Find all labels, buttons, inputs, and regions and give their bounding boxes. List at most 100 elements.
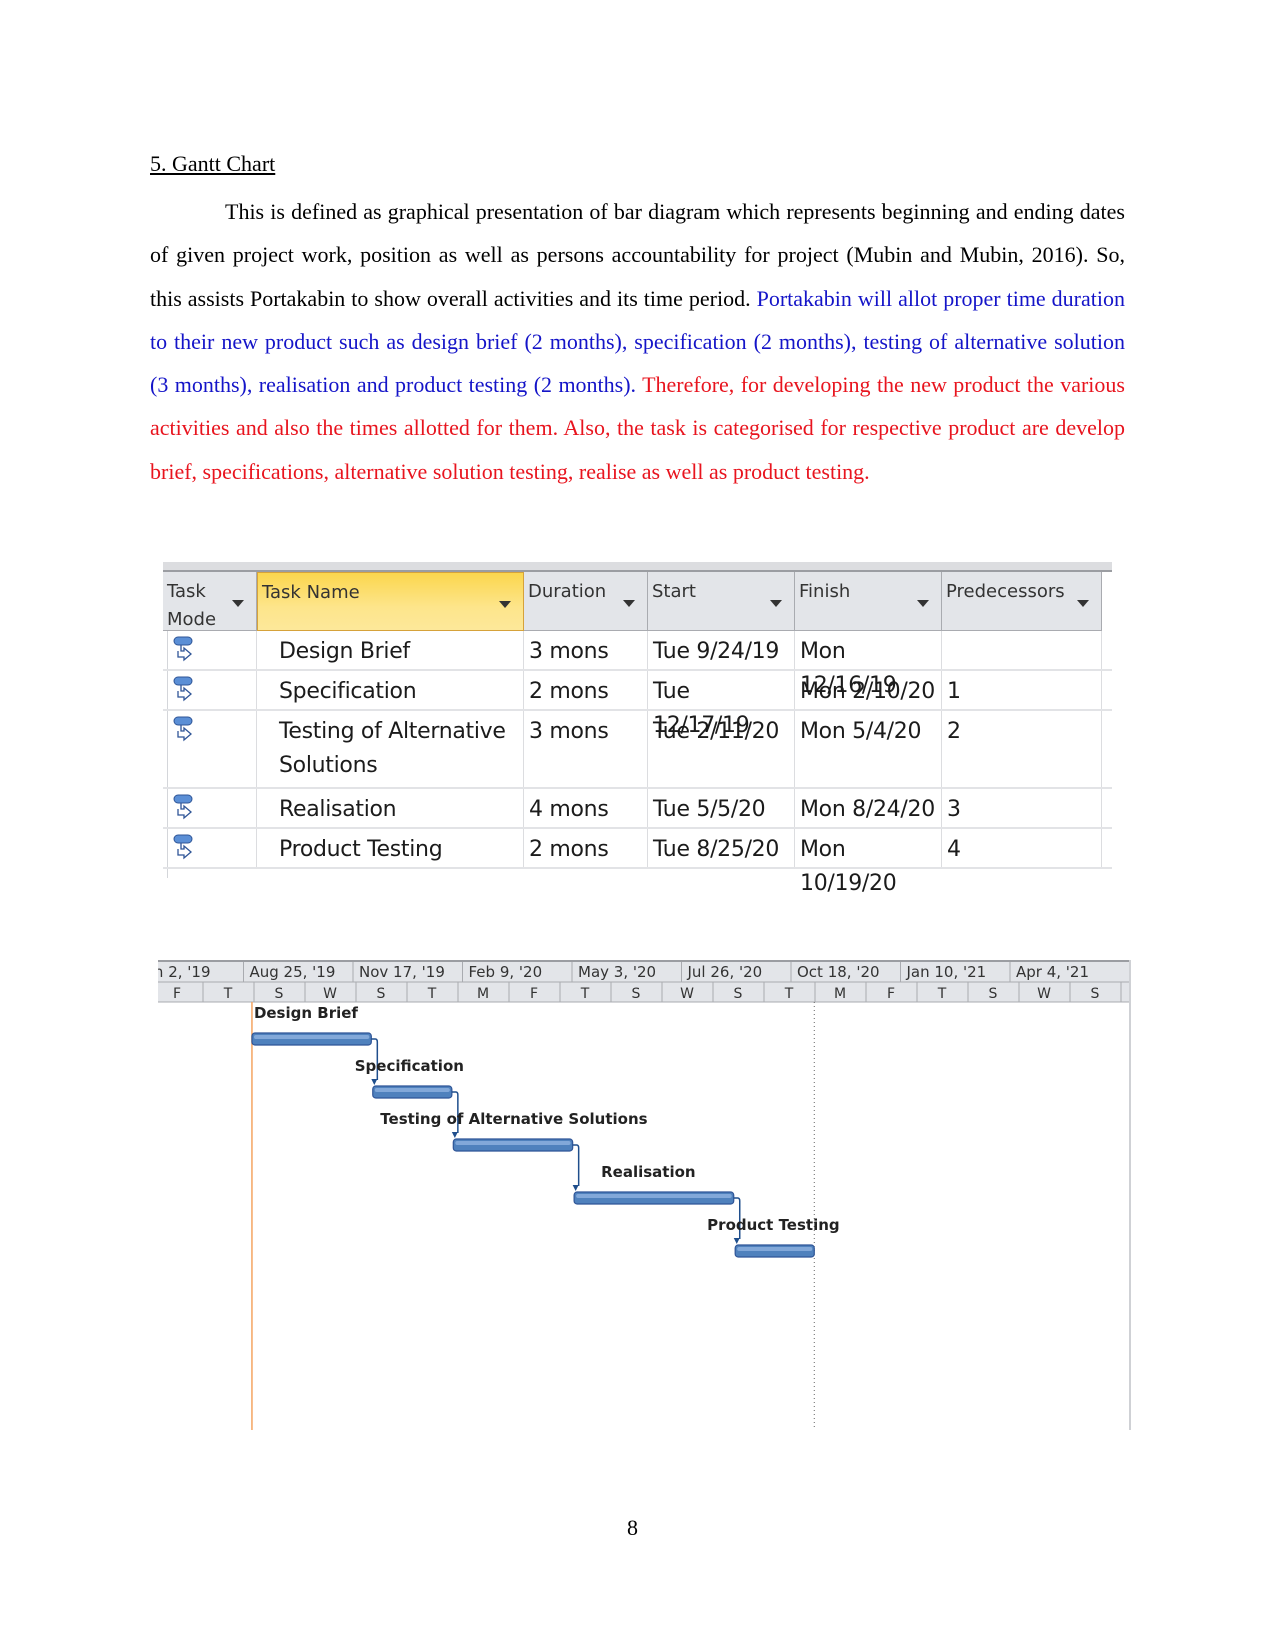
- task-mode-cell[interactable]: [163, 671, 257, 709]
- major-tick-label: Feb 9, '20: [469, 963, 543, 981]
- column-header-duration[interactable]: Duration: [524, 572, 648, 631]
- task-bar-label: Realisation: [601, 1163, 695, 1181]
- table-row[interactable]: Design Brief 3 mons Tue 9/24/19 Mon 12/16/1…: [163, 631, 1112, 698]
- cell-text: Testing of Alternative: [279, 719, 506, 744]
- cell-start[interactable]: Tue 5/5/20: [648, 789, 795, 827]
- minor-tick-label: F: [530, 986, 538, 1002]
- cell-text: 1: [947, 679, 961, 704]
- minor-tick-label: M: [834, 986, 846, 1002]
- table-row[interactable]: Product Testing 2 mons Tue 8/25/20 Mon 10/1…: [163, 829, 1112, 896]
- task-bar-label: Design Brief: [254, 1004, 358, 1022]
- cell-pred[interactable]: 3: [942, 789, 1102, 827]
- cell-pred[interactable]: 2: [942, 711, 1102, 787]
- cell-duration[interactable]: 3 mons: [524, 631, 648, 669]
- cell-text: Specification: [279, 679, 417, 704]
- cell-finish[interactable]: Mon 2/10/20: [795, 671, 942, 709]
- cell-start[interactable]: Tue 2/11/20: [648, 711, 795, 787]
- gantt-chart: Jun 2, '19 Aug 25, '19 Nov 17, '19 Feb 9, '…: [158, 960, 1133, 1440]
- task-table: Task Mode Task Name Duration Start Finis…: [163, 562, 1112, 896]
- task-bar-highlight: [455, 1141, 571, 1145]
- cell-duration[interactable]: 3 mons: [524, 711, 648, 787]
- cell-pred[interactable]: 4: [942, 829, 1102, 867]
- task-mode-cell[interactable]: [163, 711, 257, 787]
- header-label: Task Mode: [167, 581, 217, 630]
- cell-pred[interactable]: 1: [942, 671, 1102, 709]
- dropdown-arrow-icon[interactable]: [623, 600, 635, 607]
- column-header-finish[interactable]: Finish: [795, 572, 942, 631]
- table-row[interactable]: Testing of Alternative Solutions 3 mons Tue…: [163, 711, 1112, 789]
- major-tick-label: Jul 26, '20: [687, 963, 763, 981]
- dropdown-arrow-icon[interactable]: [917, 600, 929, 607]
- cell-text: Tue 2/11/20: [653, 719, 780, 744]
- minor-tick-label: S: [1091, 986, 1100, 1002]
- table-top-bar: [163, 562, 1112, 572]
- major-tick-label: Oct 18, '20: [797, 963, 880, 981]
- header-label: Start: [652, 581, 696, 602]
- cell-duration[interactable]: 2 mons: [524, 671, 648, 709]
- cell-text: Realisation: [279, 797, 397, 822]
- task-mode-cell[interactable]: [163, 789, 257, 827]
- cell-text: 3 mons: [529, 639, 609, 664]
- minor-tick-label: S: [632, 986, 641, 1002]
- cell-name[interactable]: Realisation: [257, 789, 524, 827]
- auto-scheduled-task-icon: [173, 636, 193, 662]
- cell-start[interactable]: Tue 8/25/20: [648, 829, 795, 867]
- section-heading: 5. Gantt Chart: [150, 151, 276, 176]
- minor-tick-label: S: [989, 986, 998, 1002]
- major-tick-label: Jan 10, '21: [906, 963, 987, 981]
- column-header-predecessors[interactable]: Predecessors: [942, 572, 1102, 631]
- cell-text: 3: [947, 797, 961, 822]
- task-mode-cell[interactable]: [163, 631, 257, 669]
- minor-tick-label: F: [887, 986, 895, 1002]
- cell-text: 2: [947, 719, 961, 744]
- header-label: Predecessors: [946, 581, 1065, 602]
- page-number: 8: [627, 1515, 638, 1540]
- cell-pred[interactable]: [942, 631, 1102, 669]
- cell-start[interactable]: Tue 12/17/19: [648, 671, 795, 738]
- cell-name[interactable]: Design Brief: [257, 631, 524, 669]
- cell-text: Mon 10/19/20: [800, 837, 897, 896]
- dropdown-arrow-icon[interactable]: [1077, 600, 1089, 607]
- timescale-top-border: [158, 960, 1131, 962]
- minor-tick-label: T: [937, 986, 947, 1002]
- dropdown-arrow-icon[interactable]: [232, 600, 244, 607]
- major-tick-label: Apr 4, '21: [1016, 963, 1089, 981]
- major-tick-label: Nov 17, '19: [359, 963, 445, 981]
- cell-text: 2 mons: [529, 837, 609, 862]
- cell-name[interactable]: Product Testing: [257, 829, 524, 867]
- cell-name[interactable]: Testing of Alternative Solutions: [257, 711, 524, 787]
- cell-duration[interactable]: 4 mons: [524, 789, 648, 827]
- cell-finish[interactable]: Mon 12/16/19: [795, 631, 942, 698]
- minor-tick-label: M: [477, 986, 489, 1002]
- cell-start[interactable]: Tue 9/24/19: [648, 631, 795, 669]
- dependency-arrow-icon: [371, 1079, 378, 1085]
- cell-name[interactable]: Specification: [257, 671, 524, 709]
- auto-scheduled-task-icon: [173, 834, 193, 860]
- header-label: Duration: [528, 581, 607, 602]
- column-header-task-mode[interactable]: Task Mode: [163, 572, 257, 631]
- cell-finish[interactable]: Mon 5/4/20: [795, 711, 942, 787]
- minor-tick-label: T: [580, 986, 590, 1002]
- cell-text: 4 mons: [529, 797, 609, 822]
- table-row[interactable]: Specification 2 mons Tue 12/17/19 Mon 2/10/…: [163, 671, 1112, 738]
- dropdown-arrow-icon[interactable]: [499, 601, 511, 608]
- body-paragraph: This is defined as graphical presentatio…: [150, 190, 1125, 493]
- cell-text: Design Brief: [279, 639, 410, 664]
- cell-text: Product Testing: [279, 837, 443, 862]
- cell-finish[interactable]: Mon 10/19/20: [795, 829, 942, 896]
- timescale-minor-bg: [158, 982, 1131, 1002]
- cell-finish[interactable]: Mon 8/24/20: [795, 789, 942, 827]
- task-bar-label: Testing of Alternative Solutions: [380, 1110, 647, 1128]
- dropdown-arrow-icon[interactable]: [770, 600, 782, 607]
- minor-tick-label: T: [427, 986, 437, 1002]
- column-header-start[interactable]: Start: [648, 572, 795, 631]
- table-row[interactable]: Realisation 4 mons Tue 5/5/20 Mon 8/24/20 3: [163, 789, 1112, 829]
- dependency-arrow-icon: [572, 1185, 579, 1191]
- cell-text: Tue 5/5/20: [653, 797, 766, 822]
- minor-tick-label: W: [323, 986, 337, 1002]
- cell-text: 3 mons: [529, 719, 609, 744]
- cell-text: Mon 5/4/20: [800, 719, 922, 744]
- column-header-task-name[interactable]: Task Name: [257, 572, 524, 631]
- task-mode-cell[interactable]: [163, 829, 257, 867]
- cell-duration[interactable]: 2 mons: [524, 829, 648, 867]
